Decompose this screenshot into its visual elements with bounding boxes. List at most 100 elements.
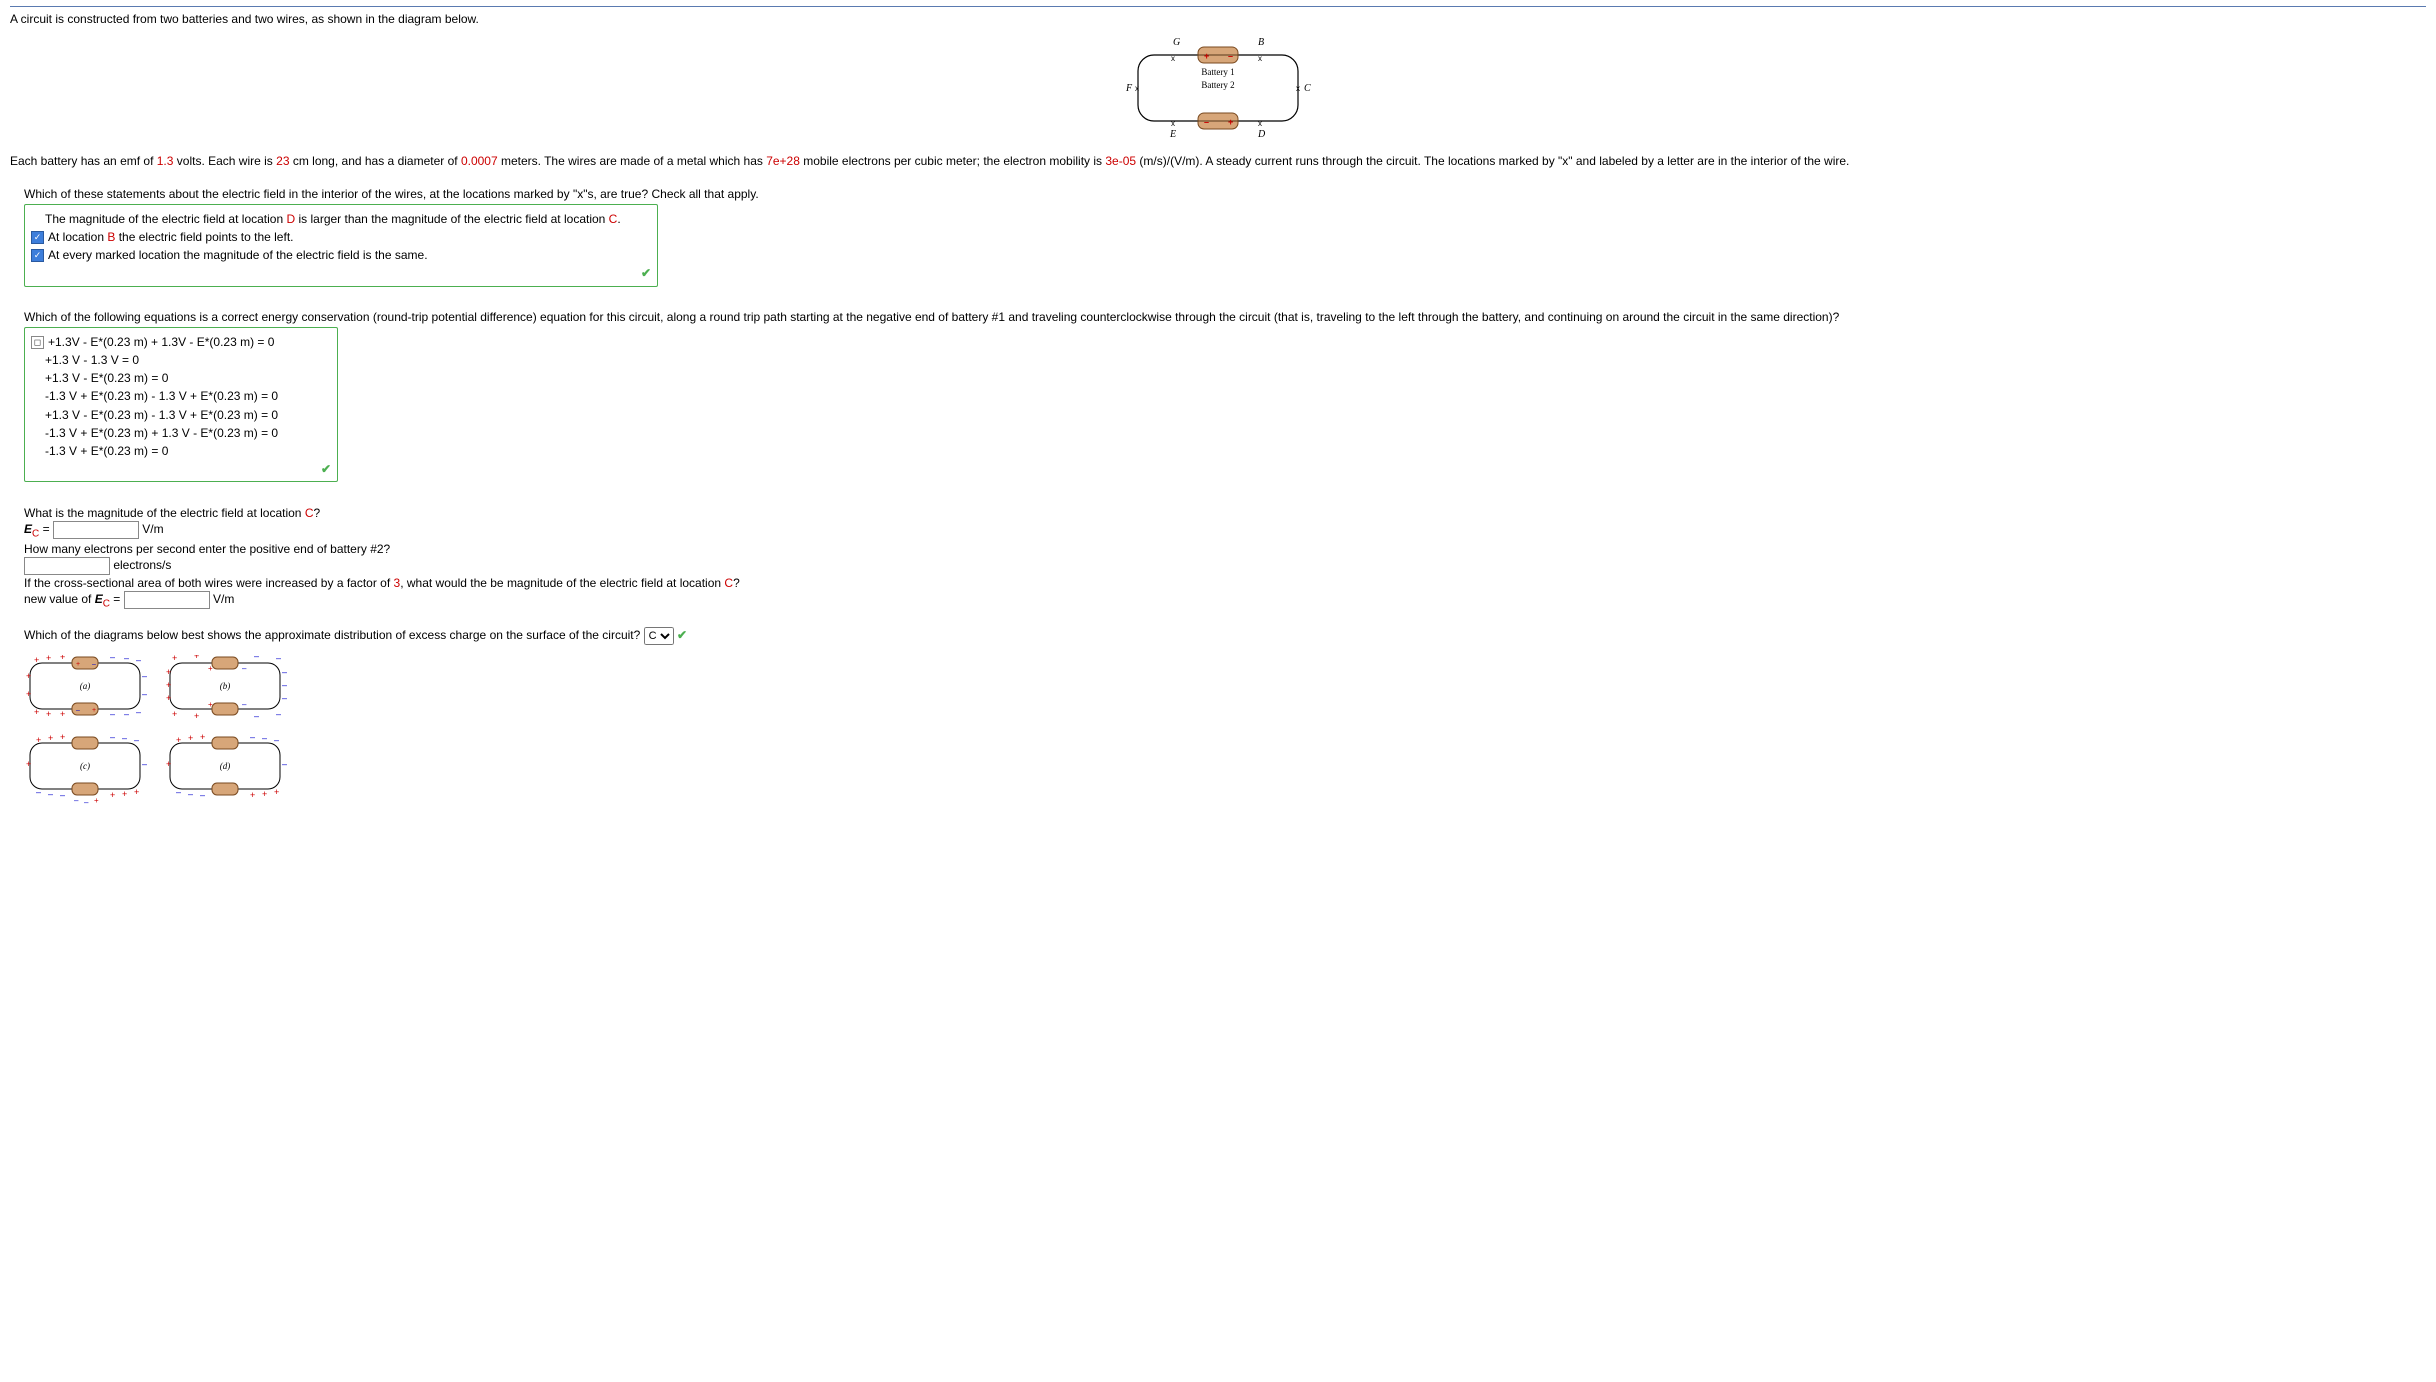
svg-text:–: – — [262, 733, 267, 743]
svg-text:–: – — [250, 732, 255, 742]
q2-opt2[interactable]: +1.3 V - E*(0.23 m) = 0 — [45, 370, 331, 386]
svg-text:–: – — [142, 759, 147, 769]
svg-text:–: – — [254, 711, 259, 721]
svg-text:–: – — [254, 655, 259, 661]
charge-diagrams: (a) +++ ––– ++ –– +++ ––– +– –+ (b) ++ –… — [24, 655, 2426, 815]
q1-opt3[interactable]: ✓At every marked location the magnitude … — [31, 247, 651, 263]
q2-opt4[interactable]: +1.3 V - E*(0.23 m) - 1.3 V + E*(0.23 m)… — [45, 407, 331, 423]
check-icon: ✔ — [677, 628, 687, 642]
q1-answer-box: The magnitude of the electric field at l… — [24, 204, 658, 287]
new-Ec-input[interactable] — [124, 591, 210, 609]
svg-text:+: + — [208, 664, 213, 673]
q1-opt1[interactable]: The magnitude of the electric field at l… — [45, 211, 651, 227]
checkbox-icon[interactable]: ◻ — [31, 336, 44, 349]
svg-text:+: + — [166, 680, 171, 690]
svg-text:+: + — [46, 655, 51, 663]
svg-text:+: + — [26, 689, 31, 699]
check-icon: ✔ — [321, 462, 331, 476]
svg-text:+: + — [92, 707, 96, 714]
svg-text:–: – — [1204, 117, 1209, 127]
q3-area-prompt: If the cross-sectional area of both wire… — [24, 575, 2426, 591]
svg-text:–: – — [110, 732, 115, 742]
svg-text:+: + — [60, 709, 65, 719]
svg-text:+: + — [94, 796, 99, 805]
svg-text:–: – — [200, 790, 205, 800]
svg-text:+: + — [134, 787, 139, 797]
q2-opt1[interactable]: +1.3 V - 1.3 V = 0 — [45, 352, 331, 368]
svg-text:(c): (c) — [80, 761, 90, 771]
svg-text:–: – — [242, 664, 247, 673]
svg-text:B: B — [1258, 37, 1264, 48]
svg-text:–: – — [1228, 51, 1233, 61]
svg-text:–: – — [282, 759, 287, 769]
svg-text:+: + — [110, 790, 115, 800]
svg-text:–: – — [48, 789, 53, 799]
svg-text:–: – — [84, 798, 89, 807]
checkbox-checked-icon[interactable]: ✓ — [31, 249, 44, 262]
svg-text:+: + — [188, 733, 193, 743]
electrons-input[interactable] — [24, 557, 110, 575]
svg-text:+: + — [60, 655, 65, 662]
q3-Ec-prompt: What is the magnitude of the electric fi… — [24, 505, 2426, 521]
svg-text:+: + — [1228, 117, 1233, 127]
svg-text:+: + — [166, 759, 171, 769]
svg-text:(d): (d) — [220, 761, 231, 771]
q3-electrons-prompt: How many electrons per second enter the … — [24, 541, 2426, 557]
diagram-select[interactable]: C — [644, 627, 674, 645]
svg-text:+: + — [34, 655, 39, 665]
q2-opt6[interactable]: -1.3 V + E*(0.23 m) = 0 — [45, 443, 331, 459]
svg-text:+: + — [166, 693, 171, 703]
svg-text:+: + — [274, 787, 279, 797]
svg-text:+: + — [122, 789, 127, 799]
checkbox-checked-icon[interactable]: ✓ — [31, 231, 44, 244]
svg-text:G: G — [1173, 37, 1180, 48]
svg-text:D: D — [1257, 129, 1266, 140]
svg-text:–: – — [74, 796, 79, 805]
svg-text:–: – — [122, 733, 127, 743]
svg-text:x: x — [1171, 119, 1175, 128]
q4-prompt: Which of the diagrams below best shows t… — [24, 628, 640, 642]
svg-text:–: – — [242, 700, 247, 709]
check-icon: ✔ — [641, 266, 651, 280]
svg-text:C: C — [1304, 83, 1311, 94]
svg-text:+: + — [262, 789, 267, 799]
svg-text:+: + — [76, 661, 80, 668]
svg-text:x: x — [1135, 84, 1139, 93]
q2-opt5[interactable]: -1.3 V + E*(0.23 m) + 1.3 V - E*(0.23 m)… — [45, 425, 331, 441]
svg-text:–: – — [282, 693, 287, 703]
svg-text:–: – — [176, 787, 181, 797]
svg-text:+: + — [208, 700, 213, 709]
svg-text:–: – — [282, 680, 287, 690]
svg-text:–: – — [92, 661, 96, 668]
svg-text:+: + — [60, 732, 65, 742]
svg-text:–: – — [276, 655, 281, 663]
q3-Ec-row: EC = V/m — [24, 521, 2426, 541]
q1-opt2[interactable]: ✓At location B the electric field points… — [31, 229, 651, 245]
q2-opt3[interactable]: -1.3 V + E*(0.23 m) - 1.3 V + E*(0.23 m)… — [45, 388, 331, 404]
svg-text:+: + — [46, 709, 51, 719]
svg-text:E: E — [1169, 129, 1176, 140]
Ec-input[interactable] — [53, 521, 139, 539]
svg-text:+: + — [194, 711, 199, 721]
q3-newEc-row: new value of EC = V/m — [24, 591, 2426, 611]
svg-text:+: + — [48, 733, 53, 743]
svg-text:+: + — [200, 732, 205, 742]
problem-intro: A circuit is constructed from two batter… — [10, 11, 2426, 27]
svg-text:+: + — [34, 707, 39, 717]
svg-text:+: + — [172, 709, 177, 719]
svg-text:–: – — [36, 787, 41, 797]
q3-electrons-row: electrons/s — [24, 557, 2426, 575]
q2-opt0[interactable]: ◻+1.3V - E*(0.23 m) + 1.3V - E*(0.23 m) … — [31, 334, 331, 350]
svg-text:(a): (a) — [80, 681, 91, 691]
svg-text:–: – — [124, 655, 129, 663]
svg-text:–: – — [276, 709, 281, 719]
svg-text:F: F — [1125, 83, 1133, 94]
svg-text:+: + — [176, 735, 181, 745]
svg-text:–: – — [142, 689, 147, 699]
svg-text:Battery 2: Battery 2 — [1201, 80, 1234, 90]
svg-text:–: – — [134, 735, 139, 745]
svg-text:Battery 1: Battery 1 — [1201, 67, 1234, 77]
svg-text:–: – — [136, 655, 141, 665]
q2-answer-box: ◻+1.3V - E*(0.23 m) + 1.3V - E*(0.23 m) … — [24, 327, 338, 483]
svg-text:(b): (b) — [220, 681, 231, 691]
